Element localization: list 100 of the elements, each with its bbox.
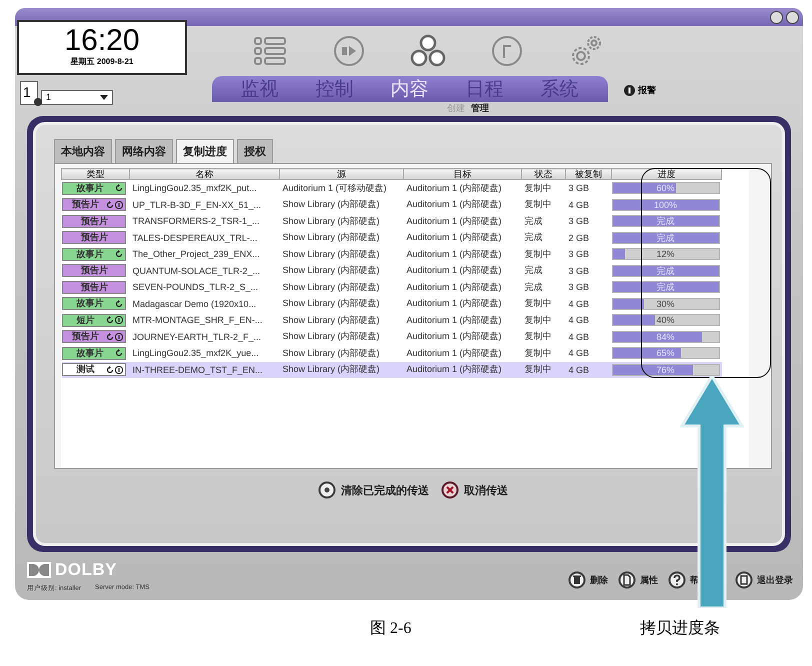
progress-label: 完成: [656, 216, 676, 226]
target-cell-text: Auditorium 1 (内部硬盘): [406, 297, 503, 310]
figure-caption: 拷贝进度条: [640, 618, 720, 639]
screen-dropdown[interactable]: 1: [41, 90, 113, 105]
type-tag: 故事片: [62, 248, 126, 261]
target-cell-text: Auditorium 1 (内部硬盘): [406, 198, 503, 212]
status-cell: 复制中: [522, 180, 566, 196]
status-cell-text: 完成: [524, 214, 544, 228]
copied-cell-text: 3 GB: [568, 281, 590, 294]
column-header[interactable]: 目标: [404, 168, 522, 180]
logout-button[interactable]: 退出登录: [735, 571, 793, 589]
name-cell-text: Madagascar Demo (1920x10...: [132, 298, 258, 311]
status-cell-text: 复制中: [524, 297, 552, 310]
copied-cell-text: 3 GB: [568, 264, 590, 278]
progress-label: 12%: [655, 249, 676, 260]
info-icon: [114, 200, 122, 209]
source-cell-text: Show Library (内部硬盘): [282, 214, 381, 228]
type-tag: 预告片: [62, 214, 126, 228]
target-cell-text: Auditorium 1 (内部硬盘): [406, 330, 503, 344]
column-header[interactable]: 源: [280, 168, 404, 180]
close-button[interactable]: [786, 10, 799, 24]
info-icon: [114, 366, 122, 374]
clock-icon[interactable]: [490, 35, 522, 67]
content-tab[interactable]: 本地内容: [54, 139, 112, 163]
copied-cell-text: 4 GB: [568, 347, 590, 360]
source-cell-text: Show Library (内部硬盘): [282, 330, 381, 344]
dropdown-caret-icon: [100, 95, 108, 100]
alarm-label[interactable]: 报警: [638, 84, 656, 97]
minimize-button[interactable]: [770, 10, 783, 24]
copied-cell-text: 4 GB: [568, 330, 590, 344]
status-cell-text: 完成: [524, 280, 544, 294]
target-cell-text: Auditorium 1 (内部硬盘): [406, 264, 503, 278]
type-tag: 预告片: [62, 198, 126, 212]
status-cell-text: 复制中: [524, 248, 552, 261]
column-header[interactable]: 被复制: [566, 168, 612, 180]
copied-cell-text: 4 GB: [568, 298, 590, 311]
target-cell-text: Auditorium 1 (内部硬盘): [406, 248, 503, 261]
name-cell: LingLingGou2.35_mxf2K_put...: [130, 180, 280, 196]
progress-label: 60%: [655, 183, 676, 194]
clock-date: 星期五 2009-8-21: [70, 57, 134, 67]
target-cell: Auditorium 1 (内部硬盘): [404, 180, 522, 196]
type-tag: 预告片: [62, 264, 126, 278]
loop-icon: [114, 250, 122, 258]
content-tab[interactable]: 授权: [237, 139, 273, 163]
source-cell-text: Show Library (内部硬盘): [282, 198, 381, 212]
target-cell-text: Auditorium 1 (内部硬盘): [406, 280, 503, 294]
source-cell-text: Show Library (内部硬盘): [282, 231, 381, 244]
column-header[interactable]: 进度: [612, 168, 722, 180]
type-tag: 预告片: [62, 330, 126, 344]
target-cell-text: Auditorium 1 (内部硬盘): [406, 214, 503, 228]
name-cell-text: TALES-DESPEREAUX_TRL-...: [132, 232, 258, 245]
source-cell-text: Show Library (内部硬盘): [282, 314, 381, 327]
alarm-icon: [624, 85, 635, 96]
name-cell-text: The_Other_Project_239_ENX...: [132, 248, 261, 262]
clear-completed-button[interactable]: 清除已完成的传送: [318, 481, 429, 499]
copied-cell: 4 GB: [566, 362, 612, 378]
source-cell: Auditorium 1 (可移动硬盘): [280, 180, 404, 196]
help-icon: [668, 571, 686, 589]
progress-label: 完成: [656, 282, 676, 292]
target-cell-text: Auditorium 1 (内部硬盘): [406, 231, 503, 244]
type-tag: 故事片: [62, 297, 126, 310]
progress-label: 84%: [655, 332, 676, 342]
list-icon[interactable]: [252, 36, 286, 66]
source-cell: Show Library (内部硬盘): [280, 362, 404, 378]
column-header[interactable]: 状态: [522, 168, 566, 180]
figure-number: 图 2-6: [370, 619, 412, 639]
exit-icon: [735, 571, 753, 589]
info-icon: [114, 316, 122, 324]
name-cell-text: JOURNEY-EARTH_TLR-2_F_...: [132, 330, 262, 344]
content-tab[interactable]: 复制进度: [176, 139, 234, 163]
cancel-transfer-button[interactable]: 取消传送: [441, 481, 508, 499]
three-circles-icon[interactable]: [410, 34, 446, 68]
status-cell-text: 复制中: [524, 330, 552, 344]
source-cell-text: Show Library (内部硬盘): [282, 264, 381, 278]
name-cell-text: SEVEN-POUNDS_TLR-2_S_...: [132, 281, 260, 294]
delete-button[interactable]: 删除: [568, 571, 608, 589]
status-cell: 复制中: [522, 362, 566, 378]
source-cell-text: Show Library (内部硬盘): [282, 248, 381, 261]
progress-label: 完成: [656, 266, 676, 276]
sub-tab[interactable]: 管理: [471, 102, 489, 114]
play-icon[interactable]: [332, 35, 364, 67]
column-header[interactable]: 类型: [62, 168, 130, 180]
name-cell-text: TRANSFORMERS-2_TSR-1_...: [132, 215, 261, 228]
type-tag: 预告片: [62, 231, 126, 244]
type-tag: 故事片: [62, 182, 126, 195]
status-cell-text: 复制中: [524, 198, 552, 212]
properties-button[interactable]: 属性: [618, 571, 658, 589]
name-cell-text: LingLingGou2.35_mxf2K_yue...: [132, 347, 260, 360]
type-tag: 预告片: [62, 280, 126, 294]
column-header[interactable]: 名称: [130, 168, 280, 180]
name-cell-text: UP_TLR-B-3D_F_EN-XX_51_...: [132, 198, 262, 212]
type-tag: 测试: [62, 363, 126, 376]
type-tag: 短片: [62, 314, 126, 327]
progress-label: 65%: [655, 348, 676, 358]
nav-tab[interactable]: 内容: [372, 76, 447, 102]
status-cell-text: 复制中: [524, 314, 552, 327]
cancel-icon: [441, 481, 459, 499]
progress-label: 100%: [652, 200, 678, 210]
status-cell-text: 完成: [524, 264, 544, 278]
content-tab[interactable]: 网络内容: [115, 139, 173, 163]
